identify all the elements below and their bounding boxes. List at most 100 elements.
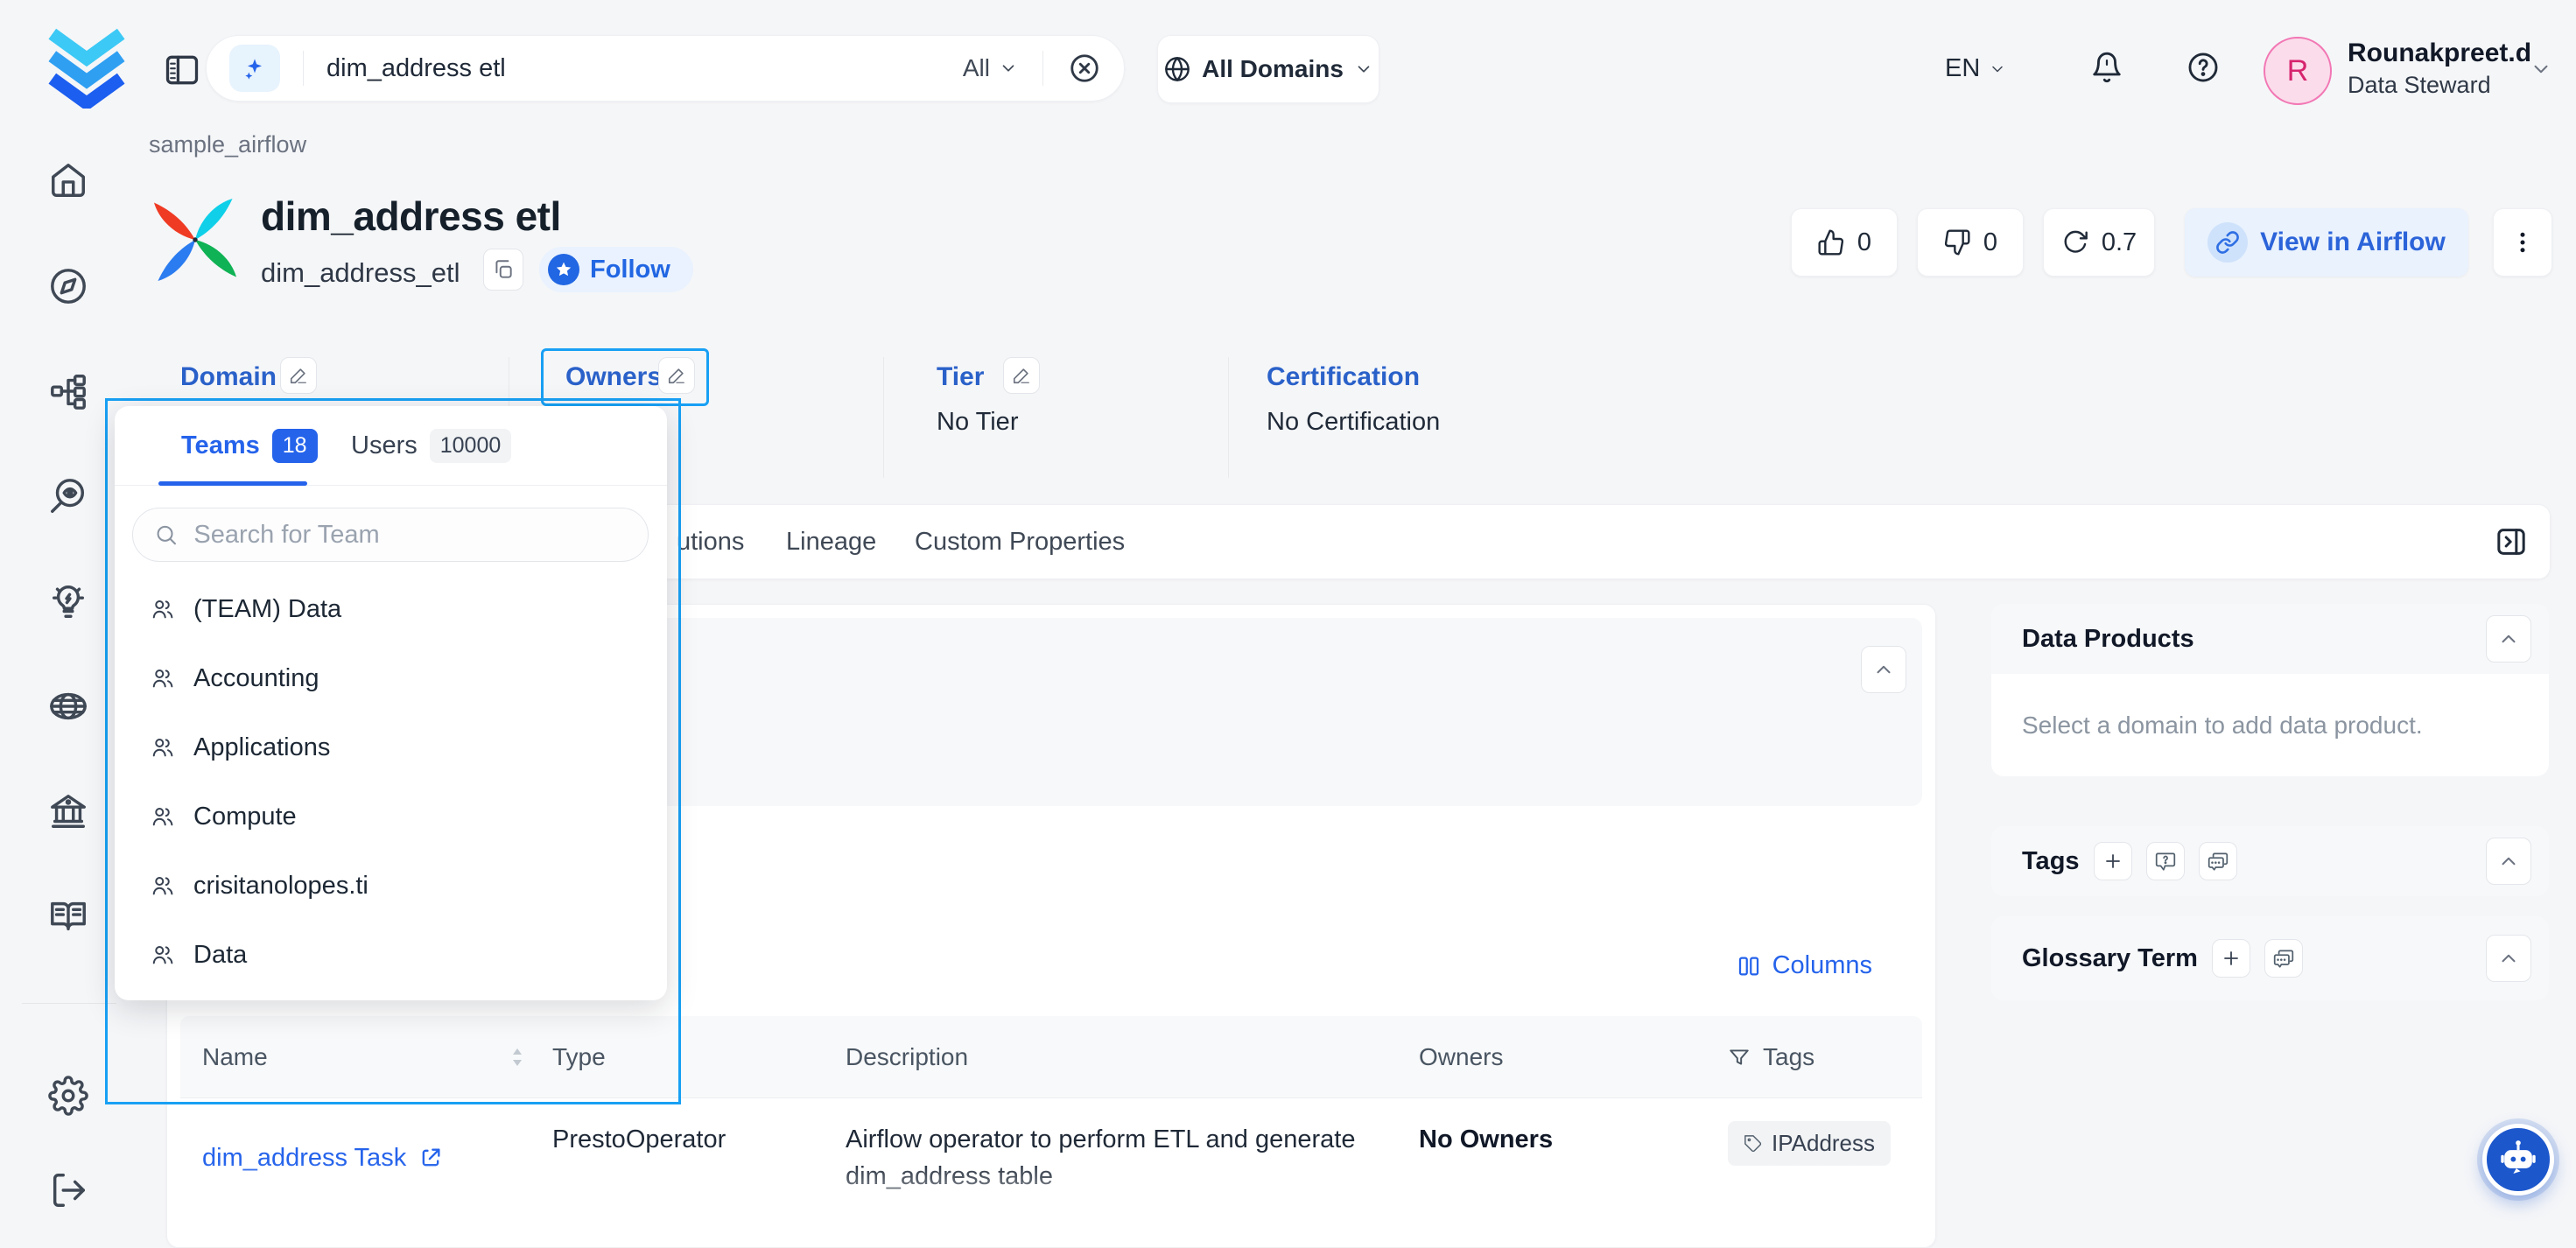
add-glossary-term-button[interactable] xyxy=(2212,939,2250,978)
task-owners: No Owners xyxy=(1419,1121,1728,1195)
team-search-input[interactable] xyxy=(192,520,627,550)
request-tags-button[interactable] xyxy=(2146,842,2185,880)
global-search-bar[interactable]: dim_address etl All xyxy=(206,35,1125,102)
right-panel-toggle-button[interactable] xyxy=(2488,522,2527,561)
search-eye-icon xyxy=(48,476,88,516)
user-menu-chevron[interactable] xyxy=(2530,58,2552,81)
tags-panel: Tags xyxy=(1991,826,2549,896)
owners-label: Owners xyxy=(565,362,662,392)
follow-label: Follow xyxy=(590,256,670,284)
team-option[interactable]: Applications xyxy=(115,723,667,772)
conversation-bubbles-icon xyxy=(2207,850,2229,873)
help-icon xyxy=(2186,51,2220,84)
team-option[interactable]: Compute xyxy=(115,792,667,841)
sidebar-item-insights[interactable] xyxy=(48,581,88,621)
plus-icon xyxy=(2221,948,2242,969)
task-description: Airflow operator to perform ETL and gene… xyxy=(846,1121,1388,1195)
gear-icon xyxy=(48,1076,88,1116)
add-tag-button[interactable] xyxy=(2094,842,2132,880)
view-in-airflow-button[interactable]: View in Airflow xyxy=(2185,208,2468,277)
edit-domain-button[interactable] xyxy=(280,357,317,394)
sidebar-item-observability[interactable] xyxy=(48,476,88,516)
clear-search-icon[interactable] xyxy=(1068,52,1101,85)
more-actions-button[interactable] xyxy=(2493,208,2552,277)
follow-button[interactable]: Follow xyxy=(539,247,693,292)
airflow-logo xyxy=(144,191,246,289)
columns-button[interactable]: Columns xyxy=(1736,951,1872,980)
left-panel-toggle-button[interactable] xyxy=(158,49,200,91)
filter-icon[interactable] xyxy=(1728,1046,1751,1069)
logout-icon xyxy=(48,1170,88,1210)
sidebar-item-explore[interactable] xyxy=(48,266,88,306)
copy-name-button[interactable] xyxy=(483,249,523,291)
sidebar-item-logout[interactable] xyxy=(48,1170,88,1210)
certification-value: No Certification xyxy=(1267,408,1440,437)
sidebar-item-govern[interactable] xyxy=(48,791,88,831)
collapse-data-products-button[interactable] xyxy=(2486,615,2531,663)
collapse-glossary-button[interactable] xyxy=(2486,935,2531,982)
help-button[interactable] xyxy=(2186,51,2220,84)
version-button[interactable]: 0.7 xyxy=(2043,208,2155,277)
search-scope-dropdown[interactable]: All xyxy=(963,54,1018,82)
meta-divider xyxy=(883,357,884,478)
panel-left-icon xyxy=(163,51,201,89)
tab-teams[interactable]: Teams 18 xyxy=(181,429,318,463)
search-input[interactable]: dim_address etl xyxy=(326,54,506,83)
sidebar-item-globe[interactable] xyxy=(48,686,88,726)
team-option[interactable]: (TEAM) Data xyxy=(115,585,667,634)
notifications-button[interactable] xyxy=(2090,51,2123,84)
chevron-up-icon xyxy=(1872,658,1895,681)
chevron-down-icon xyxy=(1354,60,1373,79)
sidebar-item-domains[interactable] xyxy=(48,371,88,411)
copy-icon xyxy=(492,258,515,281)
downvote-button[interactable]: 0 xyxy=(1917,208,2024,277)
sort-icon[interactable] xyxy=(509,1046,526,1069)
team-search-box[interactable] xyxy=(132,508,649,562)
task-type: PrestoOperator xyxy=(552,1121,846,1195)
home-icon xyxy=(48,160,88,200)
bell-icon xyxy=(2090,51,2123,84)
users-count-badge: 10000 xyxy=(430,429,512,463)
columns-icon xyxy=(1736,953,1762,979)
language-dropdown[interactable]: EN xyxy=(1945,54,2006,83)
chat-bot-button[interactable] xyxy=(2482,1124,2554,1195)
user-role: Data Steward xyxy=(2348,72,2491,99)
tab-executions-partial[interactable]: utions xyxy=(677,505,744,578)
team-icon xyxy=(150,665,176,691)
search-divider xyxy=(1042,51,1043,86)
version-history-icon xyxy=(2061,228,2089,256)
chevron-down-icon xyxy=(999,59,1018,78)
entity-name: dim_address_etl xyxy=(261,257,460,289)
collapse-description-button[interactable] xyxy=(1861,646,1906,693)
avatar[interactable]: R xyxy=(2264,37,2332,105)
upvote-button[interactable]: 0 xyxy=(1791,208,1898,277)
team-option[interactable]: Accounting xyxy=(115,654,667,703)
tag-chip[interactable]: IPAddress xyxy=(1728,1121,1891,1166)
all-domains-dropdown[interactable]: All Domains xyxy=(1157,35,1379,103)
star-icon xyxy=(548,254,579,285)
glossary-conversations-button[interactable] xyxy=(2264,939,2303,978)
col-header-tags: Tags xyxy=(1763,1043,1814,1071)
sidebar-item-home[interactable] xyxy=(48,160,88,200)
user-name: Rounakpreet.d xyxy=(2348,39,2531,68)
kebab-icon xyxy=(2509,229,2536,256)
team-option[interactable]: Data xyxy=(115,930,667,979)
sidebar-item-glossary[interactable] xyxy=(48,896,88,936)
col-header-name[interactable]: Name xyxy=(202,1043,268,1071)
edit-tier-button[interactable] xyxy=(1003,357,1040,394)
team-option[interactable]: crisitanolopes.ti xyxy=(115,861,667,910)
tags-conversations-button[interactable] xyxy=(2199,842,2237,880)
tab-lineage[interactable]: Lineage xyxy=(786,505,876,578)
owners-popover: Teams 18 Users 10000 (TEAM) Data Account… xyxy=(115,406,667,1000)
breadcrumb[interactable]: sample_airflow xyxy=(149,131,306,158)
edit-owners-button[interactable] xyxy=(658,357,695,394)
globe-icon xyxy=(1163,55,1191,83)
ai-sparkle-icon xyxy=(229,45,280,92)
tab-custom-properties[interactable]: Custom Properties xyxy=(915,505,1125,578)
compass-icon xyxy=(48,266,88,306)
app-logo[interactable] xyxy=(44,18,130,109)
sidebar-item-settings[interactable] xyxy=(48,1076,88,1116)
tab-users[interactable]: Users 10000 xyxy=(351,429,511,463)
task-link[interactable]: dim_address Task xyxy=(202,1121,552,1195)
collapse-tags-button[interactable] xyxy=(2486,838,2531,885)
